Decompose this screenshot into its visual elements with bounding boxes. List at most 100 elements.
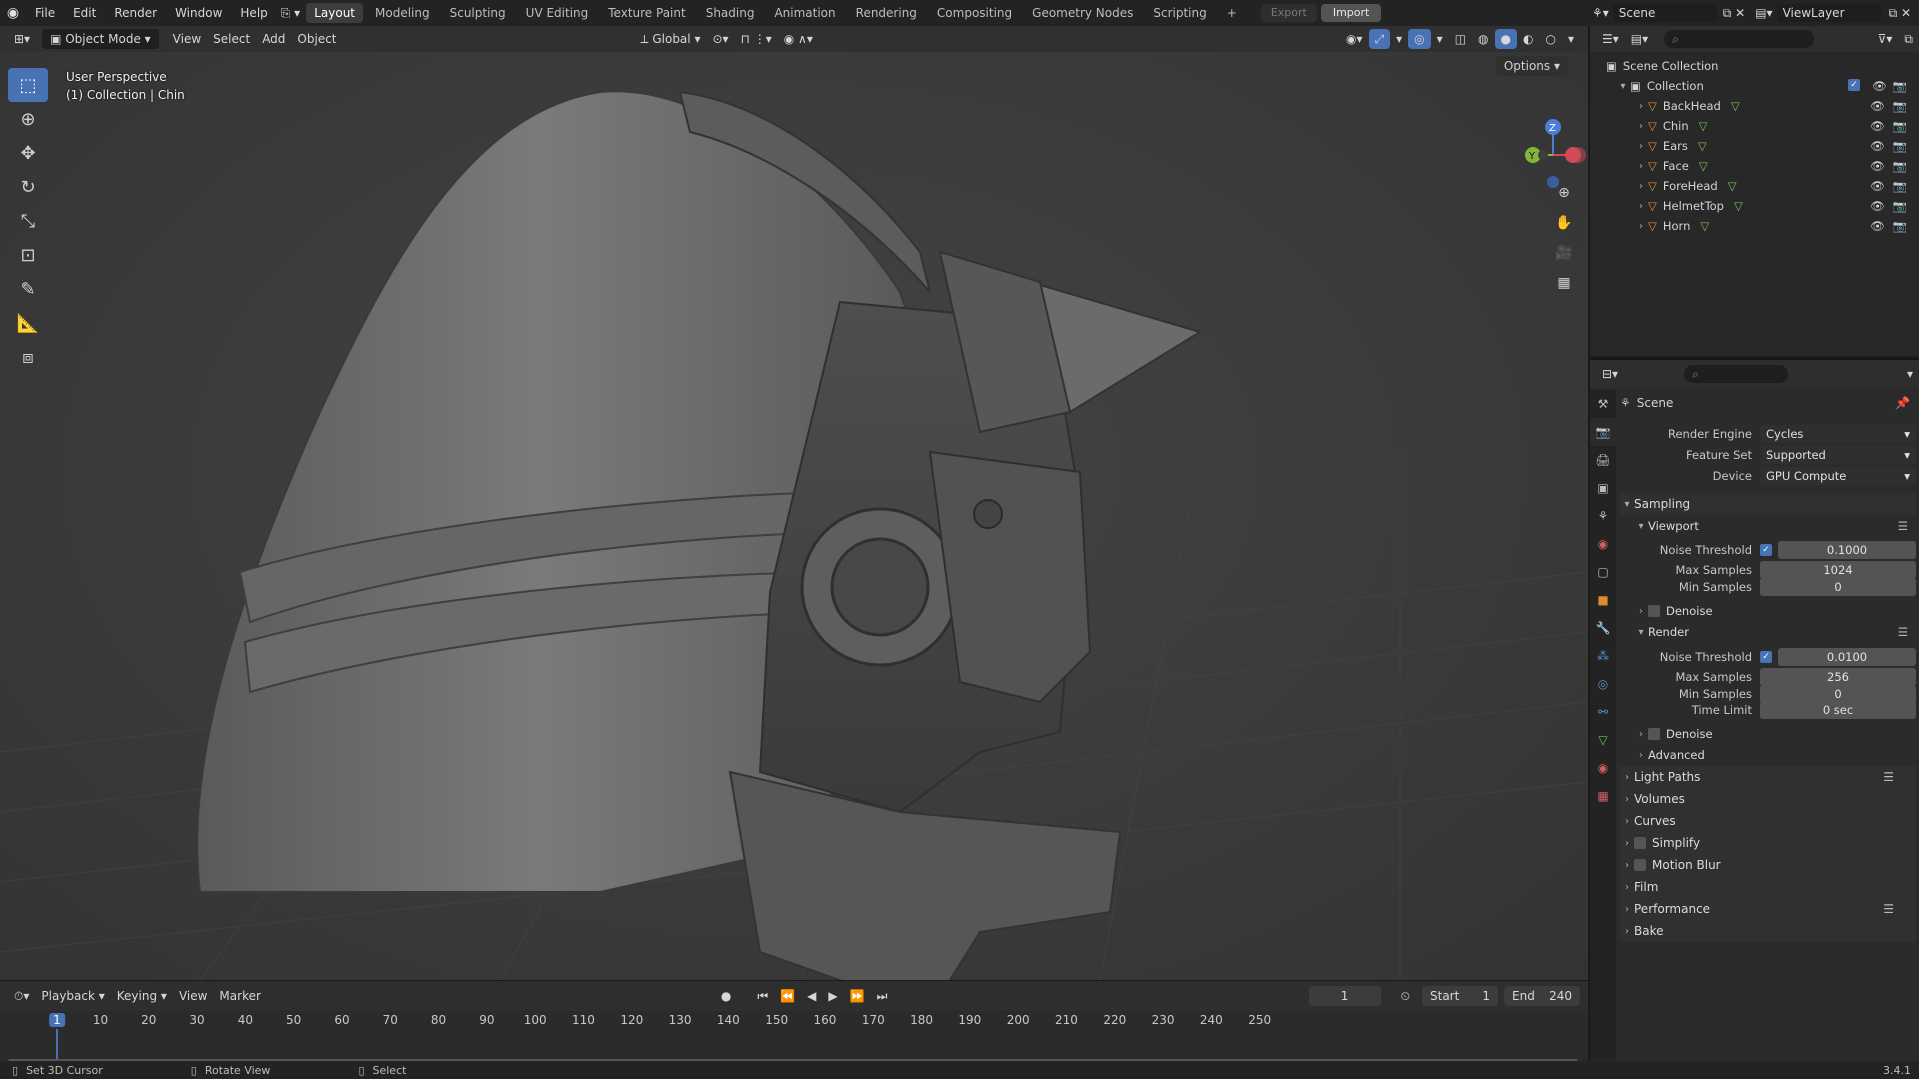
select-box-tool-icon[interactable]: ⬚ [8, 68, 48, 102]
outliner-object-row[interactable]: › ▽ Horn ▽ 👁 📷 [1590, 216, 1919, 236]
object-render-camera-icon[interactable]: 📷 [1893, 219, 1907, 233]
pin-icon[interactable]: 📌 [1895, 396, 1910, 410]
object-visibility-eye-icon[interactable]: 👁 [1870, 159, 1885, 173]
jump-start-icon[interactable]: ⏮ [751, 986, 774, 1006]
performance-section[interactable]: › Performance ☰ [1620, 898, 1916, 920]
object-visibility-eye-icon[interactable]: 👁 [1870, 139, 1885, 153]
camera-view-icon[interactable]: 🎥 [1551, 240, 1577, 266]
object-expand-icon[interactable]: › [1634, 181, 1648, 192]
film-section[interactable]: › Film [1620, 876, 1916, 898]
move-tool-icon[interactable]: ✥ [8, 136, 48, 170]
collection-exclude-checkbox[interactable]: ✓ [1848, 79, 1861, 91]
pivot-point-icon[interactable]: ⊙▾ [706, 29, 734, 49]
view-layer-new-icon[interactable]: ⧉ ✕ [1881, 0, 1919, 26]
render-noise-threshold-checkbox[interactable]: ✓ [1760, 651, 1772, 663]
view-layer-icon[interactable]: ▤▾ [1751, 0, 1776, 26]
object-tab-icon[interactable]: ■ [1590, 586, 1616, 614]
gizmo-icon[interactable]: ⤢ [1368, 29, 1391, 49]
object-visibility-eye-icon[interactable]: 👁 [1870, 199, 1885, 213]
motion-blur-checkbox[interactable] [1634, 859, 1646, 871]
constraints-tab-icon[interactable]: ⚯ [1590, 698, 1616, 726]
scene-tab-icon[interactable]: ⚘ [1590, 502, 1616, 530]
add-workspace-button[interactable]: + [1219, 3, 1245, 23]
outliner-object-row[interactable]: › ▽ HelmetTop ▽ 👁 📷 [1590, 196, 1919, 216]
simplify-expand-icon[interactable]: › [1620, 838, 1634, 849]
annotate-tool-icon[interactable]: ✎ [8, 272, 48, 306]
overlays-icon[interactable]: ◎ [1408, 29, 1431, 49]
feature-set-dropdown[interactable]: Supported ▾ [1760, 446, 1916, 464]
options-dropdown[interactable]: Options ▾ [1495, 56, 1568, 76]
outliner-object-row[interactable]: › ▽ Chin ▽ 👁 📷 [1590, 116, 1919, 136]
outliner-object-row[interactable]: › ▽ ForeHead ▽ 👁 📷 [1590, 176, 1919, 196]
menu-keying[interactable]: Keying ▾ [111, 986, 173, 1006]
simplify-checkbox[interactable] [1634, 837, 1646, 849]
object-expand-icon[interactable]: › [1634, 201, 1648, 212]
preview-range-icon[interactable]: ⏲ [1395, 986, 1416, 1006]
object-expand-icon[interactable]: › [1634, 141, 1648, 152]
render-expand-icon[interactable]: ▾ [1634, 627, 1648, 638]
menu-view[interactable]: View [167, 29, 207, 49]
view-layer-field[interactable]: ViewLayer [1776, 4, 1881, 22]
menu-edit[interactable]: Edit [64, 0, 105, 26]
timeline-ruler[interactable]: 1 10 20 30 40 50 60 70 80 90 100 110 120 130 140 150 160… [0, 1011, 1588, 1067]
tool-tab-icon[interactable]: ⚒ [1590, 390, 1616, 418]
light-paths-presets-icon[interactable]: ☰ [1883, 770, 1894, 784]
object-visibility-eye-icon[interactable]: 👁 [1870, 99, 1885, 113]
play-reverse-icon[interactable]: ◀ [801, 986, 822, 1006]
properties-editor-type-icon[interactable]: ⊟▾ [1596, 364, 1624, 384]
tab-animation[interactable]: Animation [766, 3, 843, 23]
menu-playback[interactable]: Playback ▾ [35, 986, 110, 1006]
texture-tab-icon[interactable]: ▦ [1590, 782, 1616, 810]
motion-blur-expand-icon[interactable]: › [1620, 860, 1634, 871]
sampling-expand-icon[interactable]: ▾ [1620, 499, 1634, 510]
outliner-object-row[interactable]: › ▽ Ears ▽ 👁 📷 [1590, 136, 1919, 156]
transform-tool-icon[interactable]: ⊡ [8, 238, 48, 272]
blender-logo-icon[interactable]: ◉ [0, 0, 26, 26]
start-frame-field[interactable]: Start 1 [1422, 986, 1498, 1006]
snap-icon[interactable]: ⊓ ⋮▾ [735, 29, 778, 49]
render-tab-icon[interactable]: 📷 [1590, 418, 1616, 446]
collection-render-camera-icon[interactable]: 📷 [1893, 79, 1907, 93]
object-visibility-eye-icon[interactable]: 👁 [1870, 119, 1885, 133]
add-cube-tool-icon[interactable]: ⧈ [8, 340, 48, 374]
gizmo-dropdown-icon[interactable]: ▾ [1390, 29, 1408, 49]
tab-rendering[interactable]: Rendering [848, 3, 925, 23]
collection-expand-icon[interactable]: ▾ [1616, 81, 1630, 92]
record-keyframe-icon[interactable]: ● [715, 986, 737, 1006]
viewport-presets-icon[interactable]: ☰ [1898, 519, 1908, 533]
properties-options-icon[interactable]: ▾ [1901, 364, 1919, 384]
menu-help[interactable]: Help [231, 0, 276, 26]
timeline-menu-view[interactable]: View [173, 986, 213, 1006]
render-denoise-expand-icon[interactable]: › [1634, 729, 1648, 740]
prev-keyframe-icon[interactable]: ⏪ [774, 986, 801, 1006]
performance-expand-icon[interactable]: › [1620, 904, 1634, 915]
tab-geometry-nodes[interactable]: Geometry Nodes [1024, 3, 1141, 23]
performance-presets-icon[interactable]: ☰ [1883, 902, 1894, 916]
filter-icon[interactable]: ⊽▾ [1872, 29, 1899, 49]
rendered-shading-icon[interactable]: ○ [1539, 29, 1561, 49]
ortho-toggle-icon[interactable]: ▦ [1551, 270, 1577, 296]
outliner-scene-collection[interactable]: ▣ Scene Collection [1590, 56, 1919, 76]
shading-dropdown-icon[interactable]: ▾ [1562, 29, 1580, 49]
volumes-section[interactable]: › Volumes [1620, 788, 1916, 810]
menu-marker[interactable]: Marker [213, 986, 266, 1006]
world-tab-icon[interactable]: ◉ [1590, 530, 1616, 558]
light-paths-section[interactable]: › Light Paths ☰ [1620, 766, 1916, 788]
proportional-edit-icon[interactable]: ◉ ∧▾ [778, 29, 819, 49]
new-collection-icon[interactable]: ⧉ [1898, 29, 1919, 49]
viewport-noise-threshold-checkbox[interactable]: ✓ [1760, 544, 1772, 556]
solid-shading-icon[interactable]: ● [1494, 29, 1517, 49]
tab-modeling[interactable]: Modeling [367, 3, 438, 23]
render-engine-dropdown[interactable]: Cycles ▾ [1760, 425, 1916, 443]
display-mode-icon[interactable]: ▤▾ [1625, 29, 1654, 49]
modifier-tab-icon[interactable]: 🔧 [1590, 614, 1616, 642]
advanced-expand-icon[interactable]: › [1634, 750, 1648, 761]
object-render-camera-icon[interactable]: 📷 [1893, 199, 1907, 213]
bake-section[interactable]: › Bake [1620, 920, 1916, 942]
object-render-camera-icon[interactable]: 📷 [1893, 159, 1907, 173]
scene-new-icon[interactable]: ⧉ ✕ [1717, 0, 1751, 26]
visibility-icon[interactable]: ◉▾ [1340, 29, 1369, 49]
object-expand-icon[interactable]: › [1634, 221, 1648, 232]
outliner-object-row[interactable]: › ▽ Face ▽ 👁 📷 [1590, 156, 1919, 176]
tab-uv-editing[interactable]: UV Editing [518, 3, 597, 23]
